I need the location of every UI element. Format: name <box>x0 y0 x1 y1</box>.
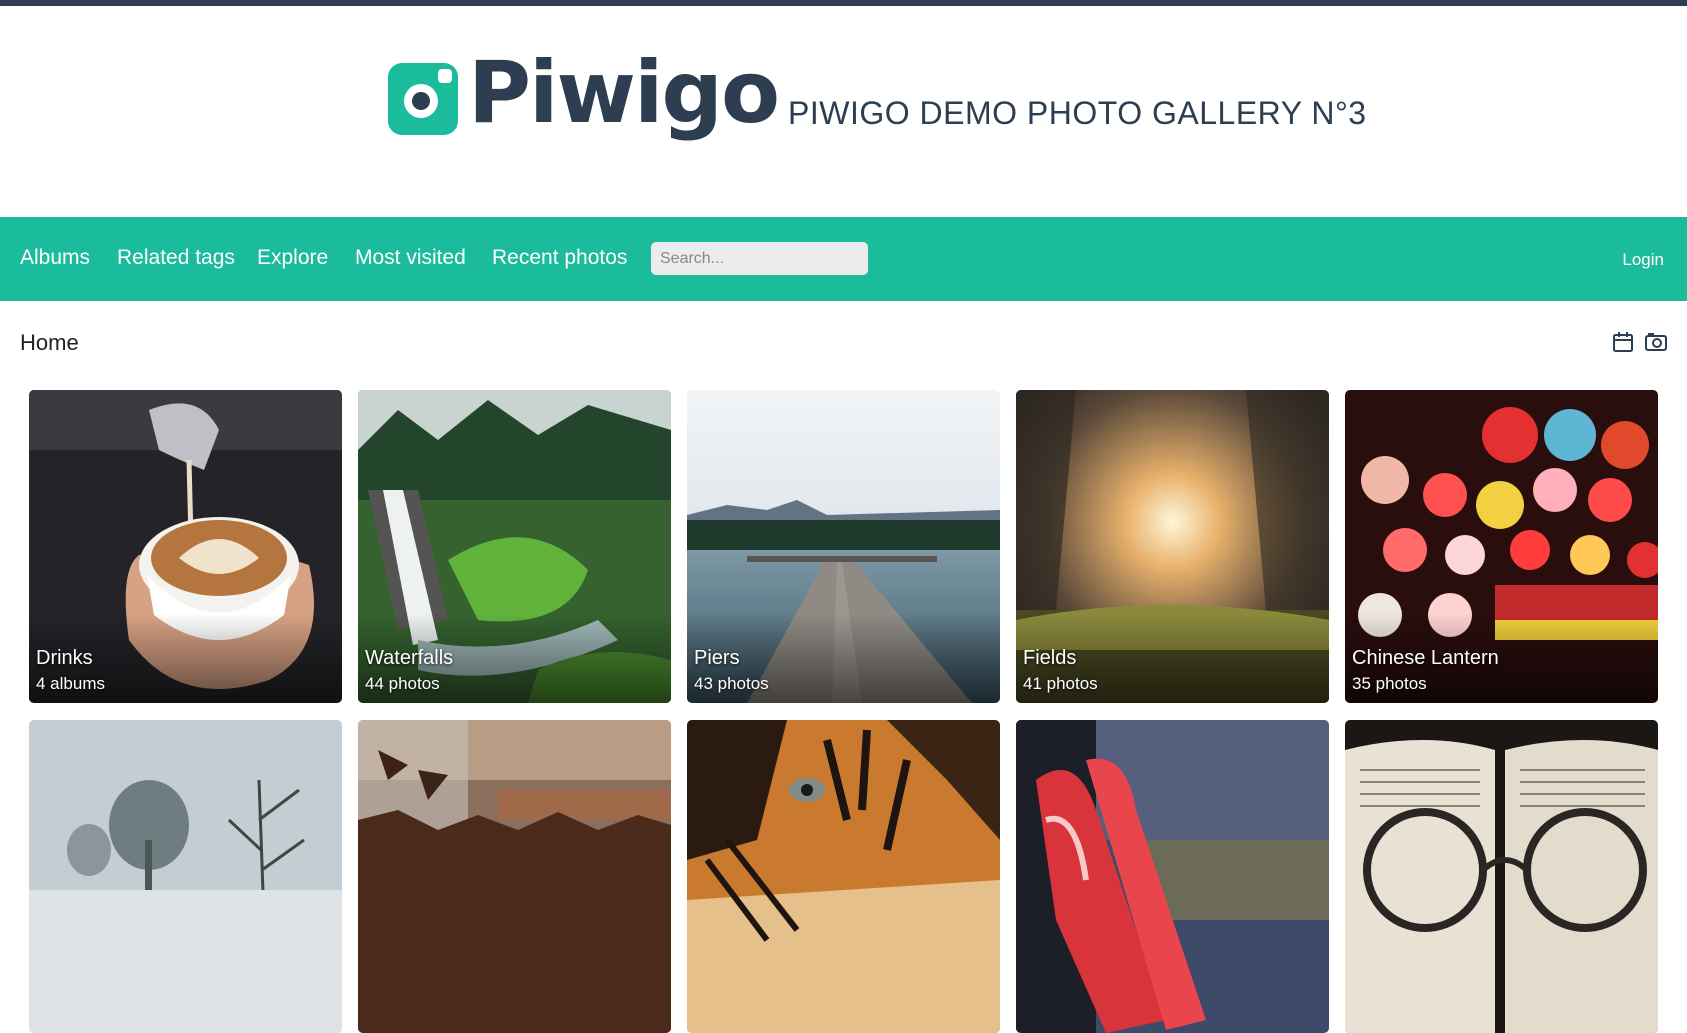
site-header: Piwigo PIWIGO DEMO PHOTO GALLERY N°3 <box>0 6 1687 217</box>
nav-explore[interactable]: Explore <box>257 246 328 270</box>
album-tile-red-heels[interactable] <box>1016 720 1329 1033</box>
red-heels-thumbnail <box>1016 720 1329 1033</box>
album-count: 44 photos <box>365 674 440 693</box>
nav-albums[interactable]: Albums <box>20 246 90 270</box>
camera-icon[interactable] <box>1645 331 1667 353</box>
album-tile-tiger[interactable] <box>687 720 1000 1033</box>
album-name[interactable]: Fields <box>1023 647 1076 670</box>
snowy-trees-thumbnail <box>29 720 342 1033</box>
album-tile-piers[interactable]: Piers 43 photos <box>687 390 1000 703</box>
calendar-icon[interactable] <box>1612 331 1634 353</box>
album-name[interactable]: Chinese Lantern <box>1352 647 1499 670</box>
album-count: 35 photos <box>1352 674 1427 693</box>
tiger-thumbnail <box>687 720 1000 1033</box>
album-tile-chocolate[interactable] <box>358 720 671 1033</box>
album-tile-fields[interactable]: Fields 41 photos <box>1016 390 1329 703</box>
gallery-title: PIWIGO DEMO PHOTO GALLERY N°3 <box>788 95 1367 131</box>
album-count: 43 photos <box>694 674 769 693</box>
album-tile-waterfalls[interactable]: Waterfalls 44 photos <box>358 390 671 703</box>
album-name[interactable]: Drinks <box>36 647 93 670</box>
search-input[interactable] <box>651 242 868 275</box>
main-navbar: Albums Related tags Explore Most visited… <box>0 217 1687 301</box>
album-tile-snowy-trees[interactable] <box>29 720 342 1033</box>
nav-recent-photos[interactable]: Recent photos <box>492 246 627 270</box>
nav-most-visited[interactable]: Most visited <box>355 246 466 270</box>
logo-wordmark[interactable]: Piwigo <box>468 50 780 136</box>
album-tile-chinese-lantern[interactable]: Chinese Lantern 35 photos <box>1345 390 1658 703</box>
nav-related-tags[interactable]: Related tags <box>117 246 235 270</box>
breadcrumb-home[interactable]: Home <box>20 330 79 356</box>
album-count: 41 photos <box>1023 674 1098 693</box>
album-name[interactable]: Waterfalls <box>365 647 453 670</box>
album-count: 4 albums <box>36 674 105 693</box>
chocolate-thumbnail <box>358 720 671 1033</box>
login-link[interactable]: Login <box>1622 250 1664 270</box>
album-tile-drinks[interactable]: Drinks 4 albums <box>29 390 342 703</box>
piwigo-logo-icon[interactable] <box>388 63 458 135</box>
album-name[interactable]: Piers <box>694 647 740 670</box>
album-tile-book-glasses[interactable] <box>1345 720 1658 1033</box>
book-glasses-thumbnail <box>1345 720 1658 1033</box>
